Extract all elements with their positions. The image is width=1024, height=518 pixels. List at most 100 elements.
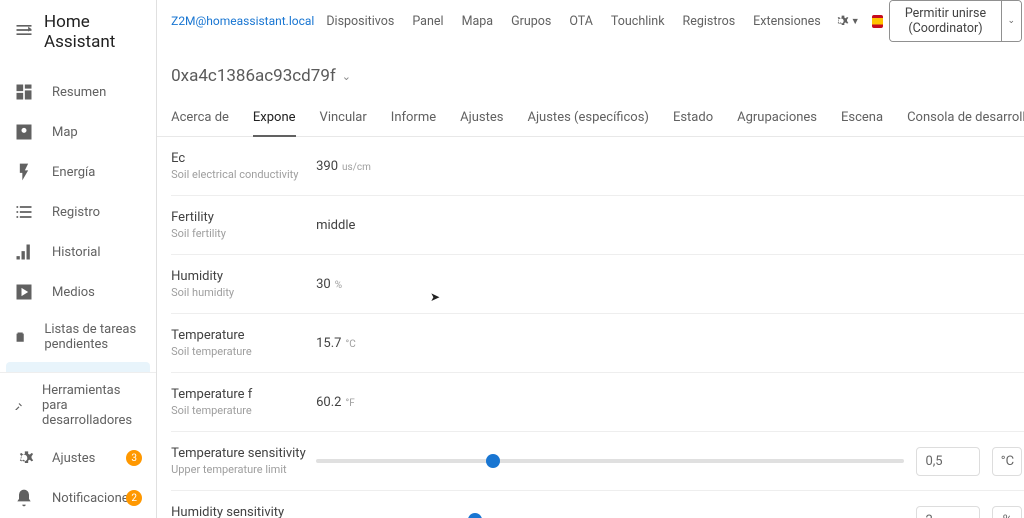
humidity-sensitivity-input[interactable] bbox=[916, 506, 980, 518]
tab-reporting[interactable]: Informe bbox=[391, 100, 436, 136]
prop-sublabel: Soil electrical conductivity bbox=[171, 168, 316, 181]
sidebar-item-label: Ajustes bbox=[52, 451, 95, 466]
prop-sublabel: Upper temperature limit bbox=[171, 463, 316, 476]
prop-label: Temperature f bbox=[171, 387, 316, 402]
sidebar-item-energy[interactable]: Energía bbox=[0, 152, 156, 192]
tab-about[interactable]: Acerca de bbox=[171, 100, 229, 136]
tab-scene[interactable]: Escena bbox=[841, 100, 883, 136]
list-icon bbox=[14, 202, 34, 222]
prop-unit: °F bbox=[345, 398, 354, 409]
property-list: EcSoil electrical conductivity 390us/cm … bbox=[157, 137, 1024, 518]
permit-join-dropdown[interactable]: ⌄ bbox=[1001, 1, 1022, 41]
app-title: Home Assistant bbox=[44, 12, 142, 52]
gear-icon bbox=[14, 448, 34, 468]
property-row: Temperature f Soil temperature 60.2 °F bbox=[171, 373, 1024, 432]
prop-value: middle bbox=[316, 218, 355, 233]
slider-unit: % bbox=[992, 506, 1022, 518]
prop-sublabel: Soil fertility bbox=[171, 227, 316, 240]
caret-down-icon: ⌄ bbox=[1008, 16, 1016, 26]
prop-label: Temperature bbox=[171, 328, 316, 343]
breadcrumb[interactable]: Z2M@homeassistant.local bbox=[171, 14, 314, 28]
sidebar-item-notifications[interactable]: Notificaciones 2 bbox=[0, 478, 156, 518]
sidebar: Home Assistant Resumen Map Energía Regis… bbox=[0, 0, 157, 518]
temp-sensitivity-input[interactable] bbox=[916, 447, 980, 476]
permit-join-button[interactable]: Permitir unirse (Coordinator) bbox=[890, 1, 1000, 41]
property-row: Fertility Soil fertility middle bbox=[171, 196, 1024, 255]
sidebar-item-zigbee2mqtt[interactable]: Zigbee2MQTT bbox=[6, 362, 150, 372]
sidebar-item-history[interactable]: Historial bbox=[0, 232, 156, 272]
temp-sensitivity-slider[interactable] bbox=[316, 459, 904, 463]
nav-link-touchlink[interactable]: Touchlink bbox=[605, 14, 671, 29]
main-content: Z2M@homeassistant.local Dispositivos Pan… bbox=[157, 0, 1024, 518]
slider-unit: °C bbox=[992, 447, 1022, 476]
prop-value: 15.7 bbox=[316, 336, 341, 351]
menu-collapse-icon[interactable] bbox=[14, 20, 34, 44]
prop-sublabel: Soil temperature bbox=[171, 404, 316, 417]
hammer-icon bbox=[14, 396, 24, 416]
notifications-badge: 2 bbox=[126, 490, 142, 506]
bell-icon bbox=[14, 488, 34, 508]
nav-link-logs[interactable]: Registros bbox=[677, 14, 742, 29]
device-title: 0xa4c1386ac93cd79f bbox=[171, 66, 336, 86]
prop-unit: us/cm bbox=[342, 162, 371, 173]
prop-label: Humidity bbox=[171, 269, 316, 284]
prop-unit: % bbox=[335, 280, 342, 291]
account-box-icon bbox=[14, 122, 34, 142]
tab-bind[interactable]: Vincular bbox=[320, 100, 367, 136]
sidebar-item-label: Notificaciones bbox=[52, 491, 135, 506]
tab-settings[interactable]: Ajustes bbox=[460, 100, 503, 136]
property-row: HumiditySoil humidity 30% bbox=[171, 255, 1024, 314]
language-flag-icon[interactable] bbox=[872, 15, 884, 28]
sidebar-items: Resumen Map Energía Registro Historial M… bbox=[0, 64, 156, 372]
property-row: TemperatureSoil temperature 15.7°C bbox=[171, 314, 1024, 373]
device-title-dropdown[interactable]: 0xa4c1386ac93cd79f ⌄ bbox=[157, 42, 1024, 100]
sidebar-item-label: Listas de tareas pendientes bbox=[44, 322, 142, 352]
chart-bar-icon bbox=[14, 242, 34, 262]
slider-thumb[interactable] bbox=[486, 454, 500, 468]
prop-value: 60.2 bbox=[316, 395, 341, 410]
nav-link-map[interactable]: Mapa bbox=[456, 14, 500, 29]
flash-icon bbox=[14, 162, 34, 182]
tab-settings-specific[interactable]: Ajustes (específicos) bbox=[527, 100, 648, 136]
slider-thumb[interactable] bbox=[468, 513, 482, 518]
sidebar-item-todo[interactable]: Listas de tareas pendientes bbox=[0, 312, 156, 362]
content: 0xa4c1386ac93cd79f ⌄ Acerca de Expone Vi… bbox=[157, 42, 1024, 518]
sidebar-item-media[interactable]: Medios bbox=[0, 272, 156, 312]
nav-link-dashboard[interactable]: Panel bbox=[406, 14, 449, 29]
property-row-slider: Temperature sensitivityUpper temperature… bbox=[171, 432, 1024, 491]
sidebar-item-label: Registro bbox=[52, 205, 100, 220]
sidebar-bottom: Herramientas para desarrolladores Ajuste… bbox=[0, 372, 156, 518]
property-row: EcSoil electrical conductivity 390us/cm bbox=[171, 137, 1024, 196]
prop-value: 390 bbox=[316, 159, 338, 174]
caret-down-icon: ▼ bbox=[851, 16, 860, 27]
property-row-slider: Humidity sensitivityUpper temperature li… bbox=[171, 491, 1024, 518]
nav-link-extensions[interactable]: Extensiones bbox=[747, 14, 827, 29]
tab-groups[interactable]: Agrupaciones bbox=[737, 100, 817, 136]
prop-value: 30 bbox=[316, 277, 331, 292]
clipboard-icon bbox=[14, 327, 26, 347]
sidebar-item-label: Historial bbox=[52, 245, 100, 260]
topnav: Z2M@homeassistant.local Dispositivos Pan… bbox=[157, 0, 1024, 42]
sidebar-item-label: Herramientas para desarrolladores bbox=[42, 383, 142, 428]
sidebar-item-settings[interactable]: Ajustes 3 bbox=[0, 438, 156, 478]
sidebar-item-logbook[interactable]: Registro bbox=[0, 192, 156, 232]
permit-join-group: Permitir unirse (Coordinator) ⌄ bbox=[889, 0, 1022, 42]
sidebar-item-map[interactable]: Map bbox=[0, 112, 156, 152]
nav-link-devices[interactable]: Dispositivos bbox=[320, 14, 400, 29]
nav-link-ota[interactable]: OTA bbox=[563, 14, 599, 29]
sidebar-item-label: Resumen bbox=[52, 85, 106, 100]
nav-link-groups[interactable]: Grupos bbox=[505, 14, 557, 29]
tab-devconsole[interactable]: Consola de desarrollo bbox=[907, 100, 1024, 136]
sidebar-item-devtools[interactable]: Herramientas para desarrolladores bbox=[0, 373, 156, 438]
settings-dropdown[interactable]: ▼ bbox=[833, 13, 860, 29]
sidebar-header: Home Assistant bbox=[0, 0, 156, 64]
settings-badge: 3 bbox=[126, 450, 142, 466]
tab-state[interactable]: Estado bbox=[673, 100, 713, 136]
sidebar-item-label: Map bbox=[52, 125, 78, 140]
prop-label: Fertility bbox=[171, 210, 316, 225]
sidebar-item-overview[interactable]: Resumen bbox=[0, 72, 156, 112]
prop-unit: °C bbox=[345, 339, 355, 350]
tab-expose[interactable]: Expone bbox=[253, 100, 296, 137]
sidebar-item-label: Energía bbox=[52, 165, 95, 180]
device-tabs: Acerca de Expone Vincular Informe Ajuste… bbox=[157, 100, 1024, 137]
